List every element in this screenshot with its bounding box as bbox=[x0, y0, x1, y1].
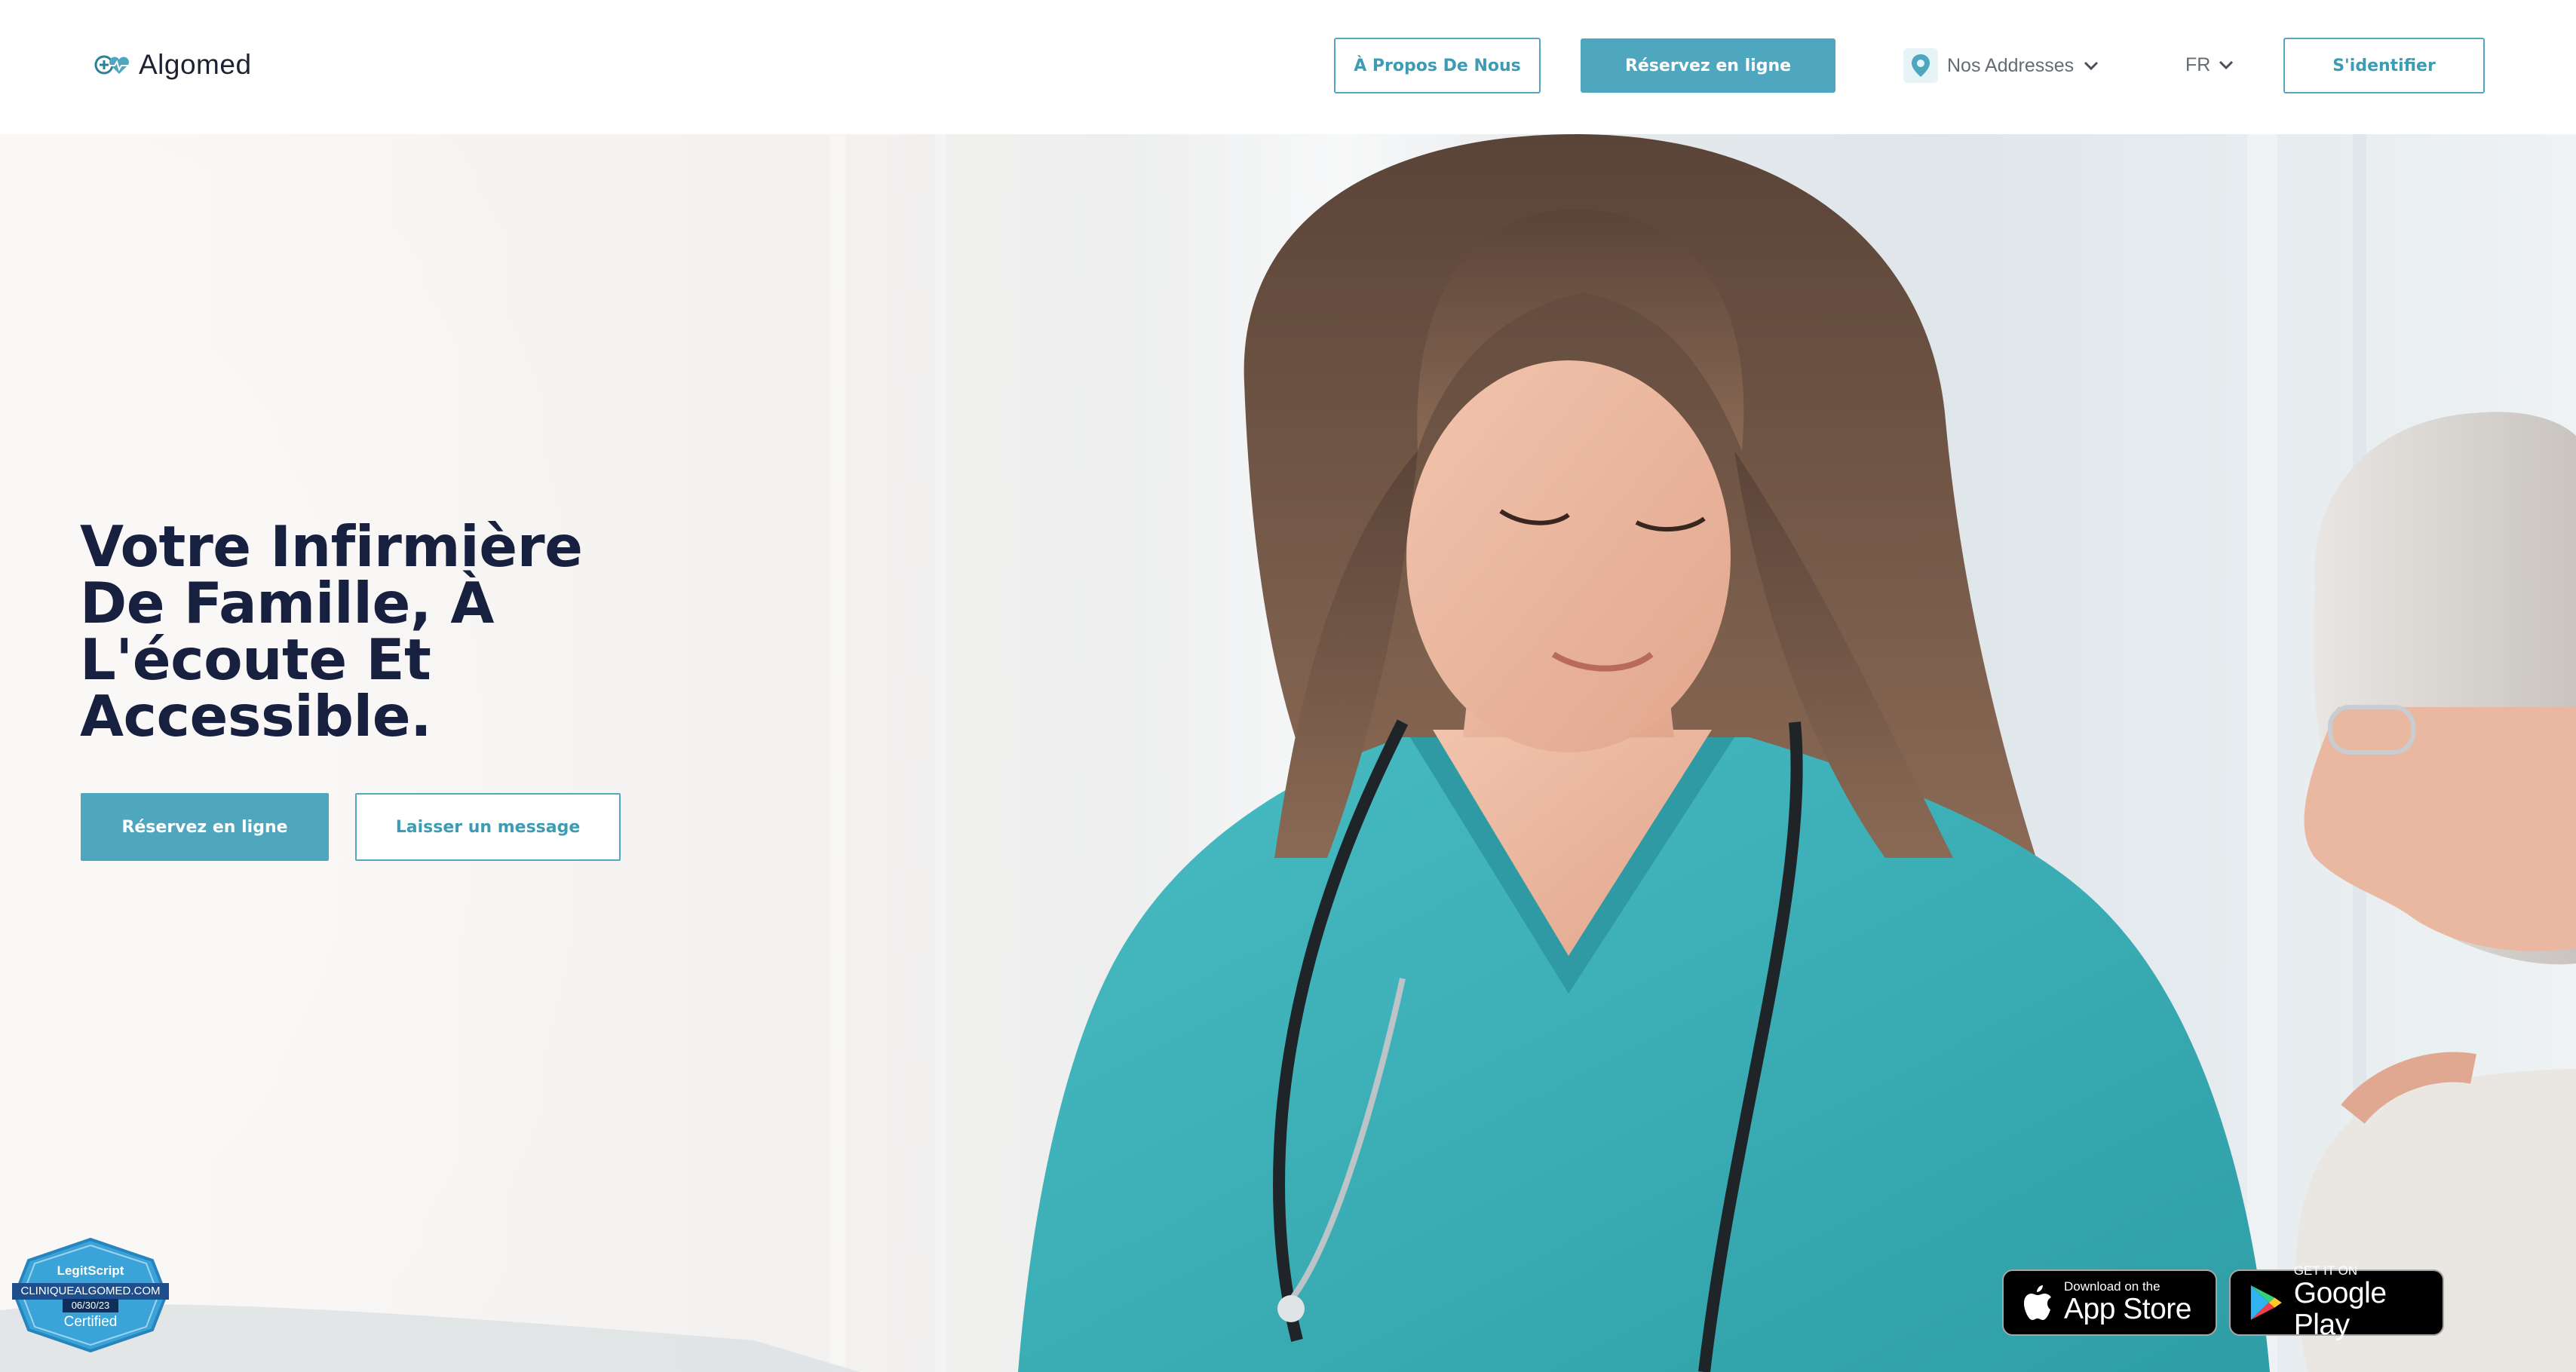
legitscript-brand: LegitScript bbox=[57, 1263, 124, 1278]
hero-photo-nurse-with-patient bbox=[0, 134, 2576, 1372]
brand-name: Algomed bbox=[139, 49, 252, 80]
language-label: FR bbox=[2185, 54, 2211, 75]
google-play-button[interactable]: GET IT ON Google Play bbox=[2229, 1264, 2444, 1341]
login-button[interactable]: S'identifier bbox=[2283, 38, 2485, 93]
book-online-header-button[interactable]: Réservez en ligne bbox=[1581, 38, 1835, 93]
app-store-small-text: Download on the bbox=[2064, 1279, 2160, 1294]
apple-icon bbox=[2024, 1285, 2051, 1320]
brand-logo[interactable]: Algomed bbox=[94, 44, 252, 86]
chevron-down-icon bbox=[2219, 60, 2234, 70]
legitscript-status: Certified bbox=[63, 1314, 118, 1330]
google-play-big-text: Google Play bbox=[2293, 1277, 2387, 1341]
about-us-button[interactable]: À Propos De Nous bbox=[1334, 38, 1541, 93]
book-online-hero-button[interactable]: Réservez en ligne bbox=[81, 793, 329, 861]
site-header: Algomed À Propos De Nous Réservez en lig… bbox=[0, 0, 2576, 134]
legitscript-certified-badge[interactable]: LegitScript CLINIQUEALGOMED.COM 06/30/23… bbox=[11, 1238, 170, 1352]
google-play-icon bbox=[2250, 1285, 2282, 1320]
addresses-dropdown[interactable]: Nos Addresses bbox=[1903, 45, 2099, 86]
hero-section: Votre Infirmière De Famille, À L'écoute … bbox=[0, 134, 2576, 1372]
hero-title: Votre Infirmière De Famille, À L'écoute … bbox=[80, 513, 583, 749]
legitscript-domain: CLINIQUEALGOMED.COM bbox=[12, 1283, 169, 1300]
language-selector[interactable]: FR bbox=[2185, 50, 2234, 80]
app-store-button[interactable]: Download on the App Store bbox=[2002, 1269, 2217, 1336]
addresses-label: Nos Addresses bbox=[1947, 54, 2075, 76]
location-pin-icon bbox=[1903, 48, 1938, 83]
chevron-down-icon bbox=[2084, 61, 2099, 71]
google-play-small-text: GET IT ON bbox=[2293, 1263, 2358, 1278]
app-store-big-text: App Store bbox=[2064, 1293, 2191, 1325]
heart-plus-logo-icon bbox=[94, 55, 129, 75]
leave-message-button[interactable]: Laisser un message bbox=[355, 793, 621, 861]
legitscript-date: 06/30/23 bbox=[63, 1299, 118, 1312]
